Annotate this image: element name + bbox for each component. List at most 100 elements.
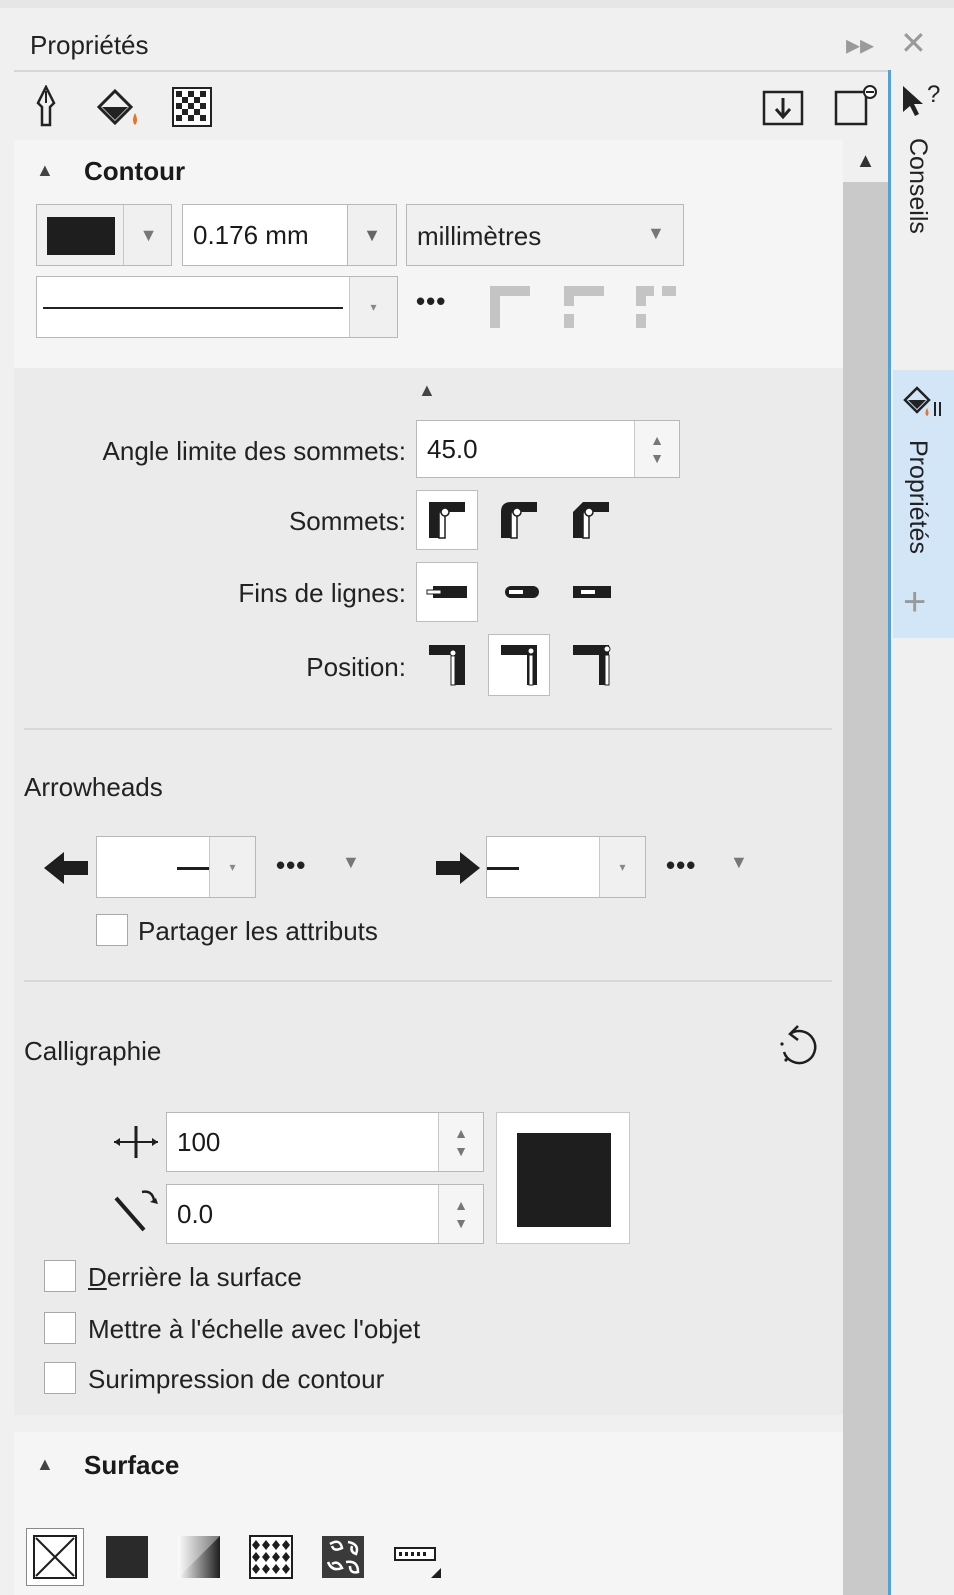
uniform-fill-button[interactable] bbox=[98, 1528, 156, 1586]
no-fill-button[interactable] bbox=[26, 1528, 84, 1586]
start-arrowhead-select[interactable]: ▾ bbox=[96, 836, 256, 898]
nib-angle-icon bbox=[114, 1190, 158, 1232]
overprint-outline-label: Surimpression de contour bbox=[88, 1364, 385, 1394]
outline-width-input[interactable]: 0.176 mm bbox=[182, 204, 348, 266]
chevron-down-icon[interactable]: ▾ bbox=[349, 277, 397, 337]
scale-with-object-checkbox[interactable] bbox=[44, 1312, 76, 1344]
line-style-preview bbox=[43, 307, 343, 309]
miter-limit-value: 45.0 bbox=[427, 433, 478, 464]
chevron-down-icon[interactable]: ▾ bbox=[209, 837, 255, 897]
docker-tabs-sidebar: ? Conseils Propriétés + bbox=[888, 70, 954, 1595]
help-pointer-icon[interactable]: ? bbox=[899, 80, 949, 120]
fountain-fill-button[interactable] bbox=[170, 1528, 228, 1586]
surface-header: Surface bbox=[84, 1450, 180, 1480]
outside-position-button[interactable] bbox=[416, 634, 478, 696]
line-caps-label: Fins de lignes: bbox=[238, 578, 406, 608]
square-cap-button[interactable] bbox=[560, 562, 622, 622]
nib-shape-square bbox=[517, 1133, 611, 1227]
chevron-down-icon[interactable]: ▼ bbox=[123, 205, 173, 265]
nib-angle-value: 0.0 bbox=[177, 1198, 214, 1229]
properties-toolbar bbox=[14, 70, 888, 140]
collapse-contour-icon[interactable]: ▲ bbox=[36, 160, 54, 181]
collapse-advanced-icon[interactable]: ▲ bbox=[418, 380, 436, 401]
pattern-fill-button[interactable] bbox=[242, 1528, 300, 1586]
tab-proprietes-label: Propriétés bbox=[904, 440, 932, 554]
contour-advanced-section: ▲ Angle limite des sommets: 45.0 ▲ ▼ Somm… bbox=[14, 368, 843, 1415]
nib-angle-input[interactable]: 0.0 bbox=[166, 1184, 484, 1244]
panel-options-icon[interactable] bbox=[830, 82, 882, 130]
nib-angle-spinner[interactable]: ▲ ▼ bbox=[438, 1185, 483, 1243]
line-style-settings-icon[interactable]: ••• bbox=[416, 286, 446, 317]
calligraphy-header: Calligraphie bbox=[24, 1036, 162, 1066]
round-cap-button[interactable] bbox=[488, 562, 550, 622]
behind-fill-checkbox[interactable] bbox=[44, 1260, 76, 1292]
miter-limit-label: Angle limite des sommets: bbox=[102, 436, 406, 466]
corner-style-icon-1 bbox=[490, 286, 530, 328]
share-attributes-checkbox[interactable] bbox=[96, 914, 128, 946]
corner-style-icon-2 bbox=[564, 286, 604, 328]
pen-outline-icon[interactable] bbox=[28, 84, 64, 130]
position-label: Position: bbox=[306, 652, 406, 682]
overprint-outline-checkbox[interactable] bbox=[44, 1362, 76, 1394]
tab-conseils[interactable]: Conseils bbox=[903, 138, 932, 234]
chevron-down-icon[interactable]: ▾ bbox=[599, 837, 645, 897]
miter-corner-button[interactable] bbox=[416, 490, 478, 550]
panel-titlebar: Propriétés ▸▸ ✕ bbox=[0, 0, 954, 70]
behind-fill-rest: errière la surface bbox=[106, 1262, 302, 1292]
chevron-down-icon: ▼ bbox=[647, 223, 665, 243]
chevron-down-icon[interactable]: ▼ bbox=[730, 852, 748, 873]
start-arrowhead-preview bbox=[177, 867, 209, 870]
surface-section: ▲ Surface bbox=[14, 1432, 843, 1595]
end-arrow-options-icon[interactable]: ••• bbox=[666, 850, 696, 881]
close-icon[interactable]: ✕ bbox=[900, 24, 927, 62]
reset-icon[interactable] bbox=[776, 1024, 822, 1070]
end-arrow-icon bbox=[436, 852, 480, 884]
chevron-down-icon[interactable]: ▼ bbox=[342, 852, 360, 873]
outline-color-picker[interactable]: ▼ bbox=[36, 204, 172, 266]
divider bbox=[24, 980, 832, 982]
line-style-select[interactable]: ▾ bbox=[36, 276, 398, 338]
contour-section: ▲ Contour ▼ 0.176 mm ▼ millimètres ▼ ▾ •… bbox=[14, 140, 843, 368]
panel-title: Propriétés bbox=[30, 30, 149, 60]
behind-fill-label: Derrière la surface bbox=[88, 1262, 302, 1293]
vertical-scrollbar[interactable]: ▲ bbox=[843, 140, 888, 1595]
fill-bucket-icon[interactable] bbox=[94, 84, 144, 130]
properties-tab-icon bbox=[903, 386, 941, 416]
bevel-corner-button[interactable] bbox=[560, 490, 622, 550]
center-position-button[interactable] bbox=[488, 634, 550, 696]
units-value: millimètres bbox=[417, 221, 542, 251]
nib-shape-preview[interactable] bbox=[496, 1112, 630, 1244]
miter-limit-spinner[interactable]: ▲ ▼ bbox=[634, 421, 679, 477]
width-dropdown-chevron-icon[interactable]: ▼ bbox=[347, 204, 397, 266]
end-arrowhead-select[interactable]: ▾ bbox=[486, 836, 646, 898]
start-arrow-options-icon[interactable]: ••• bbox=[276, 850, 306, 881]
round-corner-button[interactable] bbox=[488, 490, 550, 550]
behind-fill-mnemonic: D bbox=[88, 1262, 107, 1292]
outline-color-swatch bbox=[47, 217, 115, 255]
units-select[interactable]: millimètres ▼ bbox=[406, 204, 684, 266]
collapse-panel-icon[interactable]: ▸▸ bbox=[846, 28, 874, 61]
postscript-fill-button[interactable] bbox=[386, 1528, 448, 1586]
start-arrow-icon bbox=[44, 852, 88, 884]
corners-label: Sommets: bbox=[288, 506, 406, 536]
stretch-value: 100 bbox=[177, 1126, 221, 1157]
end-arrowhead-preview bbox=[487, 867, 519, 870]
transparency-icon[interactable] bbox=[170, 84, 214, 130]
collapse-surface-icon[interactable]: ▲ bbox=[36, 1454, 54, 1475]
share-attributes-label: Partager les attributs bbox=[138, 916, 378, 946]
corner-style-icon-3 bbox=[636, 286, 676, 328]
arrowheads-header: Arrowheads bbox=[24, 772, 163, 802]
svg-text:?: ? bbox=[927, 81, 940, 108]
contour-header: Contour bbox=[84, 156, 186, 186]
stretch-input[interactable]: 100 bbox=[166, 1112, 484, 1172]
stretch-icon bbox=[114, 1126, 158, 1158]
inside-position-button[interactable] bbox=[560, 634, 622, 696]
divider bbox=[24, 728, 832, 730]
butt-cap-button[interactable] bbox=[416, 562, 478, 622]
apply-to-object-icon[interactable] bbox=[760, 84, 806, 130]
stretch-spinner[interactable]: ▲ ▼ bbox=[438, 1113, 483, 1171]
scroll-up-icon[interactable]: ▲ bbox=[843, 140, 888, 182]
add-tab-icon[interactable]: + bbox=[903, 580, 926, 625]
texture-fill-button[interactable] bbox=[314, 1528, 372, 1586]
scale-with-object-label: Mettre à l'échelle avec l'objet bbox=[88, 1314, 421, 1344]
